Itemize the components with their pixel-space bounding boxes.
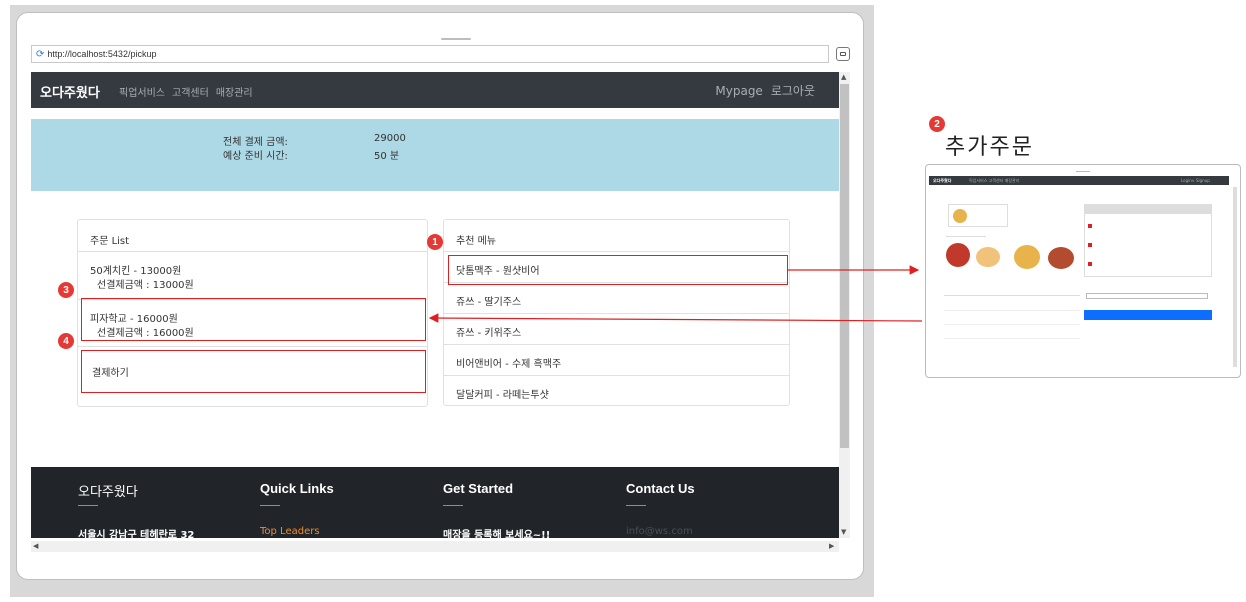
mini-delete-icon[interactable] — [1088, 224, 1092, 228]
mini-order-button[interactable] — [1084, 310, 1212, 320]
mini-tabs — [946, 231, 986, 237]
mini-title: 추가주문 — [945, 135, 1034, 160]
mini-scrollbar — [1233, 187, 1237, 367]
mini-menu-image — [976, 247, 1000, 267]
mini-navbar: 오다주웠다 픽업서비스 고객센터 매장관리 Login∨ Signup — [929, 176, 1229, 185]
mini-login: Login∨ Signup — [1181, 178, 1210, 183]
mini-handle — [1076, 171, 1090, 172]
mini-cart-list — [1084, 213, 1212, 277]
mini-row-divider — [944, 310, 1080, 311]
mini-request-input[interactable] — [1086, 293, 1208, 299]
mini-delete-icon[interactable] — [1088, 243, 1092, 247]
mini-row-divider — [944, 324, 1080, 325]
mini-store-card — [948, 204, 1008, 227]
arrow-from-mini — [428, 313, 923, 323]
mini-popular-table — [944, 295, 1080, 355]
mini-cart-header — [1084, 204, 1212, 213]
mini-screenshot: 오다주웠다 픽업서비스 고객센터 매장관리 Login∨ Signup — [925, 164, 1241, 378]
screenshot-stage: ⟳ http://localhost:5432/pickup 오다주웠다 픽업서… — [0, 0, 1246, 602]
mini-menu-image — [1048, 247, 1074, 269]
mini-brand: 오다주웠다 — [933, 178, 952, 183]
mini-menu-image — [1014, 245, 1040, 269]
mini-delete-icon[interactable] — [1088, 262, 1092, 266]
mini-nav-links: 픽업서비스 고객센터 매장관리 — [969, 178, 1020, 183]
mini-pizza-image — [953, 209, 967, 223]
mini-menu-image — [946, 243, 970, 267]
mini-row-divider — [944, 338, 1080, 339]
